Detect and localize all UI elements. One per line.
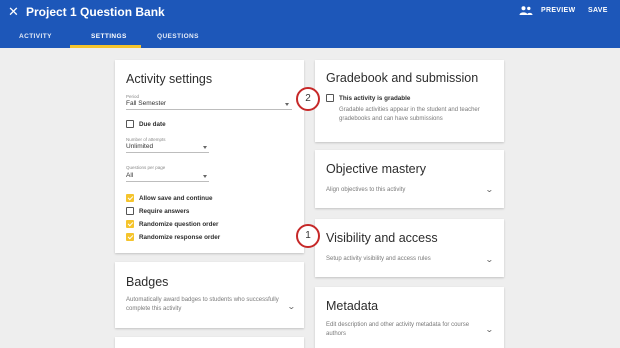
activity-settings-card: Activity settings Period Fall Semester D… (115, 60, 304, 253)
randomize-question-label: Randomize question order (139, 221, 219, 228)
partial-card (115, 337, 304, 348)
chevron-down-icon[interactable]: ⌄ (485, 325, 494, 334)
chevron-down-icon (203, 175, 207, 178)
allow-save-label: Allow save and continue (139, 195, 213, 202)
chevron-down-icon (285, 103, 289, 106)
top-bar: ✕ Project 1 Question Bank PREVIEW SAVE A… (0, 0, 620, 48)
save-button[interactable]: SAVE (588, 7, 608, 14)
objective-mastery-card[interactable]: Objective mastery Align objectives to th… (315, 150, 504, 208)
chevron-down-icon[interactable]: ⌄ (485, 255, 494, 264)
objective-mastery-title: Objective mastery (326, 162, 427, 176)
visibility-title: Visibility and access (326, 231, 438, 245)
period-label: Period (126, 94, 140, 99)
tab-activity[interactable]: ACTIVITY (19, 33, 52, 40)
visibility-description: Setup activity visibility and access rul… (326, 256, 431, 262)
active-tab-indicator (70, 45, 141, 48)
attempts-value: Unlimited (126, 143, 154, 150)
gradable-checkbox[interactable] (326, 94, 334, 102)
preview-button[interactable]: PREVIEW (541, 7, 575, 14)
chevron-down-icon[interactable]: ⌄ (287, 302, 296, 311)
chevron-down-icon[interactable]: ⌄ (485, 185, 494, 194)
questions-per-page-value: All (126, 172, 134, 179)
allow-save-checkbox[interactable] (126, 194, 134, 202)
period-underline (126, 109, 292, 110)
questions-per-page-label: Questions per page (126, 165, 166, 170)
badges-card[interactable]: Badges Automatically award badges to stu… (115, 262, 304, 328)
gradebook-title: Gradebook and submission (326, 71, 479, 85)
page-title: Project 1 Question Bank (26, 5, 165, 19)
metadata-description: Edit description and other activity meta… (326, 322, 470, 337)
metadata-title: Metadata (326, 299, 379, 313)
badges-title: Badges (126, 275, 169, 289)
people-icon[interactable] (519, 6, 533, 15)
randomize-response-checkbox[interactable] (126, 233, 134, 241)
period-value: Fall Semester (126, 100, 167, 107)
chevron-down-icon (203, 146, 207, 149)
due-date-label: Due date (139, 121, 166, 128)
visibility-card[interactable]: Visibility and access Setup activity vis… (315, 219, 504, 277)
require-answers-label: Require answers (139, 208, 190, 215)
tab-questions[interactable]: QUESTIONS (157, 33, 199, 40)
callout-marker-2: 2 (296, 87, 320, 111)
callout-marker-1: 1 (296, 224, 320, 248)
activity-settings-title: Activity settings (126, 72, 213, 86)
close-icon[interactable]: ✕ (8, 4, 19, 20)
attempts-label: Number of attempts (126, 137, 166, 142)
gradebook-description: Gradable activities appear in the studen… (339, 107, 480, 122)
tab-settings[interactable]: SETTINGS (91, 33, 127, 40)
gradebook-card: Gradebook and submission This activity i… (315, 60, 504, 142)
objective-mastery-description: Align objectives to this activity (326, 187, 406, 193)
questions-per-page-underline (126, 181, 209, 182)
badges-description: Automatically award badges to students w… (126, 297, 279, 312)
due-date-checkbox[interactable] (126, 120, 134, 128)
gradable-label: This activity is gradable (339, 95, 411, 102)
randomize-response-label: Randomize response order (139, 234, 221, 241)
randomize-question-checkbox[interactable] (126, 220, 134, 228)
attempts-underline (126, 152, 209, 153)
metadata-card[interactable]: Metadata Edit description and other acti… (315, 287, 504, 348)
require-answers-checkbox[interactable] (126, 207, 134, 215)
